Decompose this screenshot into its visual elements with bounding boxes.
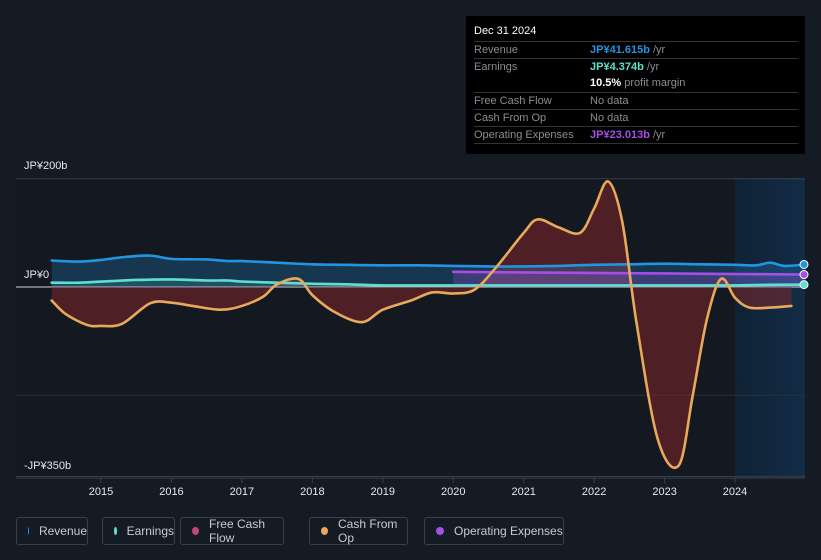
tooltip-label: Free Cash Flow: [474, 95, 552, 107]
y-tick-label: JP¥200b: [24, 160, 68, 172]
legend-label: Cash From Op: [338, 517, 398, 545]
tooltip-value: 10.5% profit margin: [590, 77, 686, 89]
legend-label: Earnings: [126, 524, 174, 538]
tooltip: Dec 31 2024 Revenue JP¥41.615b /yr Earning…: [466, 16, 805, 154]
tooltip-row: Earnings JP¥4.374b /yr: [474, 58, 798, 76]
legend-item-free-cash-flow[interactable]: Free Cash Flow: [180, 517, 284, 545]
x-tick-label: 2019: [371, 486, 395, 498]
tooltip-value: No data: [590, 95, 629, 107]
tooltip-label: Earnings: [474, 61, 518, 73]
x-tick-label: 2015: [89, 486, 113, 498]
x-tick-label: 2024: [723, 486, 747, 498]
tooltip-label: Operating Expenses: [474, 129, 574, 141]
legend-item-cash-from-op[interactable]: Cash From Op: [309, 517, 408, 545]
end-marker: [799, 259, 809, 269]
tooltip-label: Revenue: [474, 44, 519, 56]
x-tick-label: 2018: [300, 486, 324, 498]
x-tick-label: 2023: [652, 486, 676, 498]
legend-label: Revenue: [38, 524, 87, 538]
divider: [474, 143, 798, 144]
x-tick-label: 2016: [159, 486, 183, 498]
legend-item-earnings[interactable]: Earnings: [102, 517, 175, 545]
legend-item-revenue[interactable]: Revenue: [16, 517, 88, 545]
tooltip-date: Dec 31 2024: [474, 25, 537, 37]
legend-dot-icon: [192, 527, 199, 535]
forecast-region: [735, 178, 805, 478]
y-tick-label: JP¥0: [24, 269, 50, 281]
tooltip-row: Cash From Op No data: [474, 109, 798, 127]
y-tick-label: -JP¥350b: [24, 460, 72, 472]
tooltip-value: JP¥23.013b /yr: [590, 129, 666, 141]
end-marker: [799, 280, 809, 290]
tooltip-row: Free Cash Flow No data: [474, 92, 798, 110]
legend-label: Free Cash Flow: [208, 517, 266, 545]
tooltip-value: No data: [590, 112, 629, 124]
tooltip-row: Operating Expenses JP¥23.013b /yr: [474, 126, 798, 144]
legend-label: Operating Expenses: [454, 524, 563, 538]
tooltip-value: JP¥4.374b /yr: [590, 61, 660, 73]
legend-dot-icon: [28, 527, 29, 535]
tooltip-value: JP¥41.615b /yr: [590, 44, 666, 56]
tooltip-row: 10.5% profit margin: [474, 75, 798, 92]
tooltip-row: Revenue JP¥41.615b /yr: [474, 41, 798, 59]
end-marker: [799, 270, 809, 280]
tooltip-label: Cash From Op: [474, 112, 547, 124]
x-tick-label: 2022: [582, 486, 606, 498]
x-tick-label: 2017: [230, 486, 254, 498]
legend-item-operating-expenses[interactable]: Operating Expenses: [424, 517, 564, 545]
x-tick-label: 2021: [511, 486, 535, 498]
legend-dot-icon: [114, 527, 117, 535]
x-tick-label: 2020: [441, 486, 465, 498]
legend-dot-icon: [436, 527, 444, 535]
legend-dot-icon: [321, 527, 329, 535]
